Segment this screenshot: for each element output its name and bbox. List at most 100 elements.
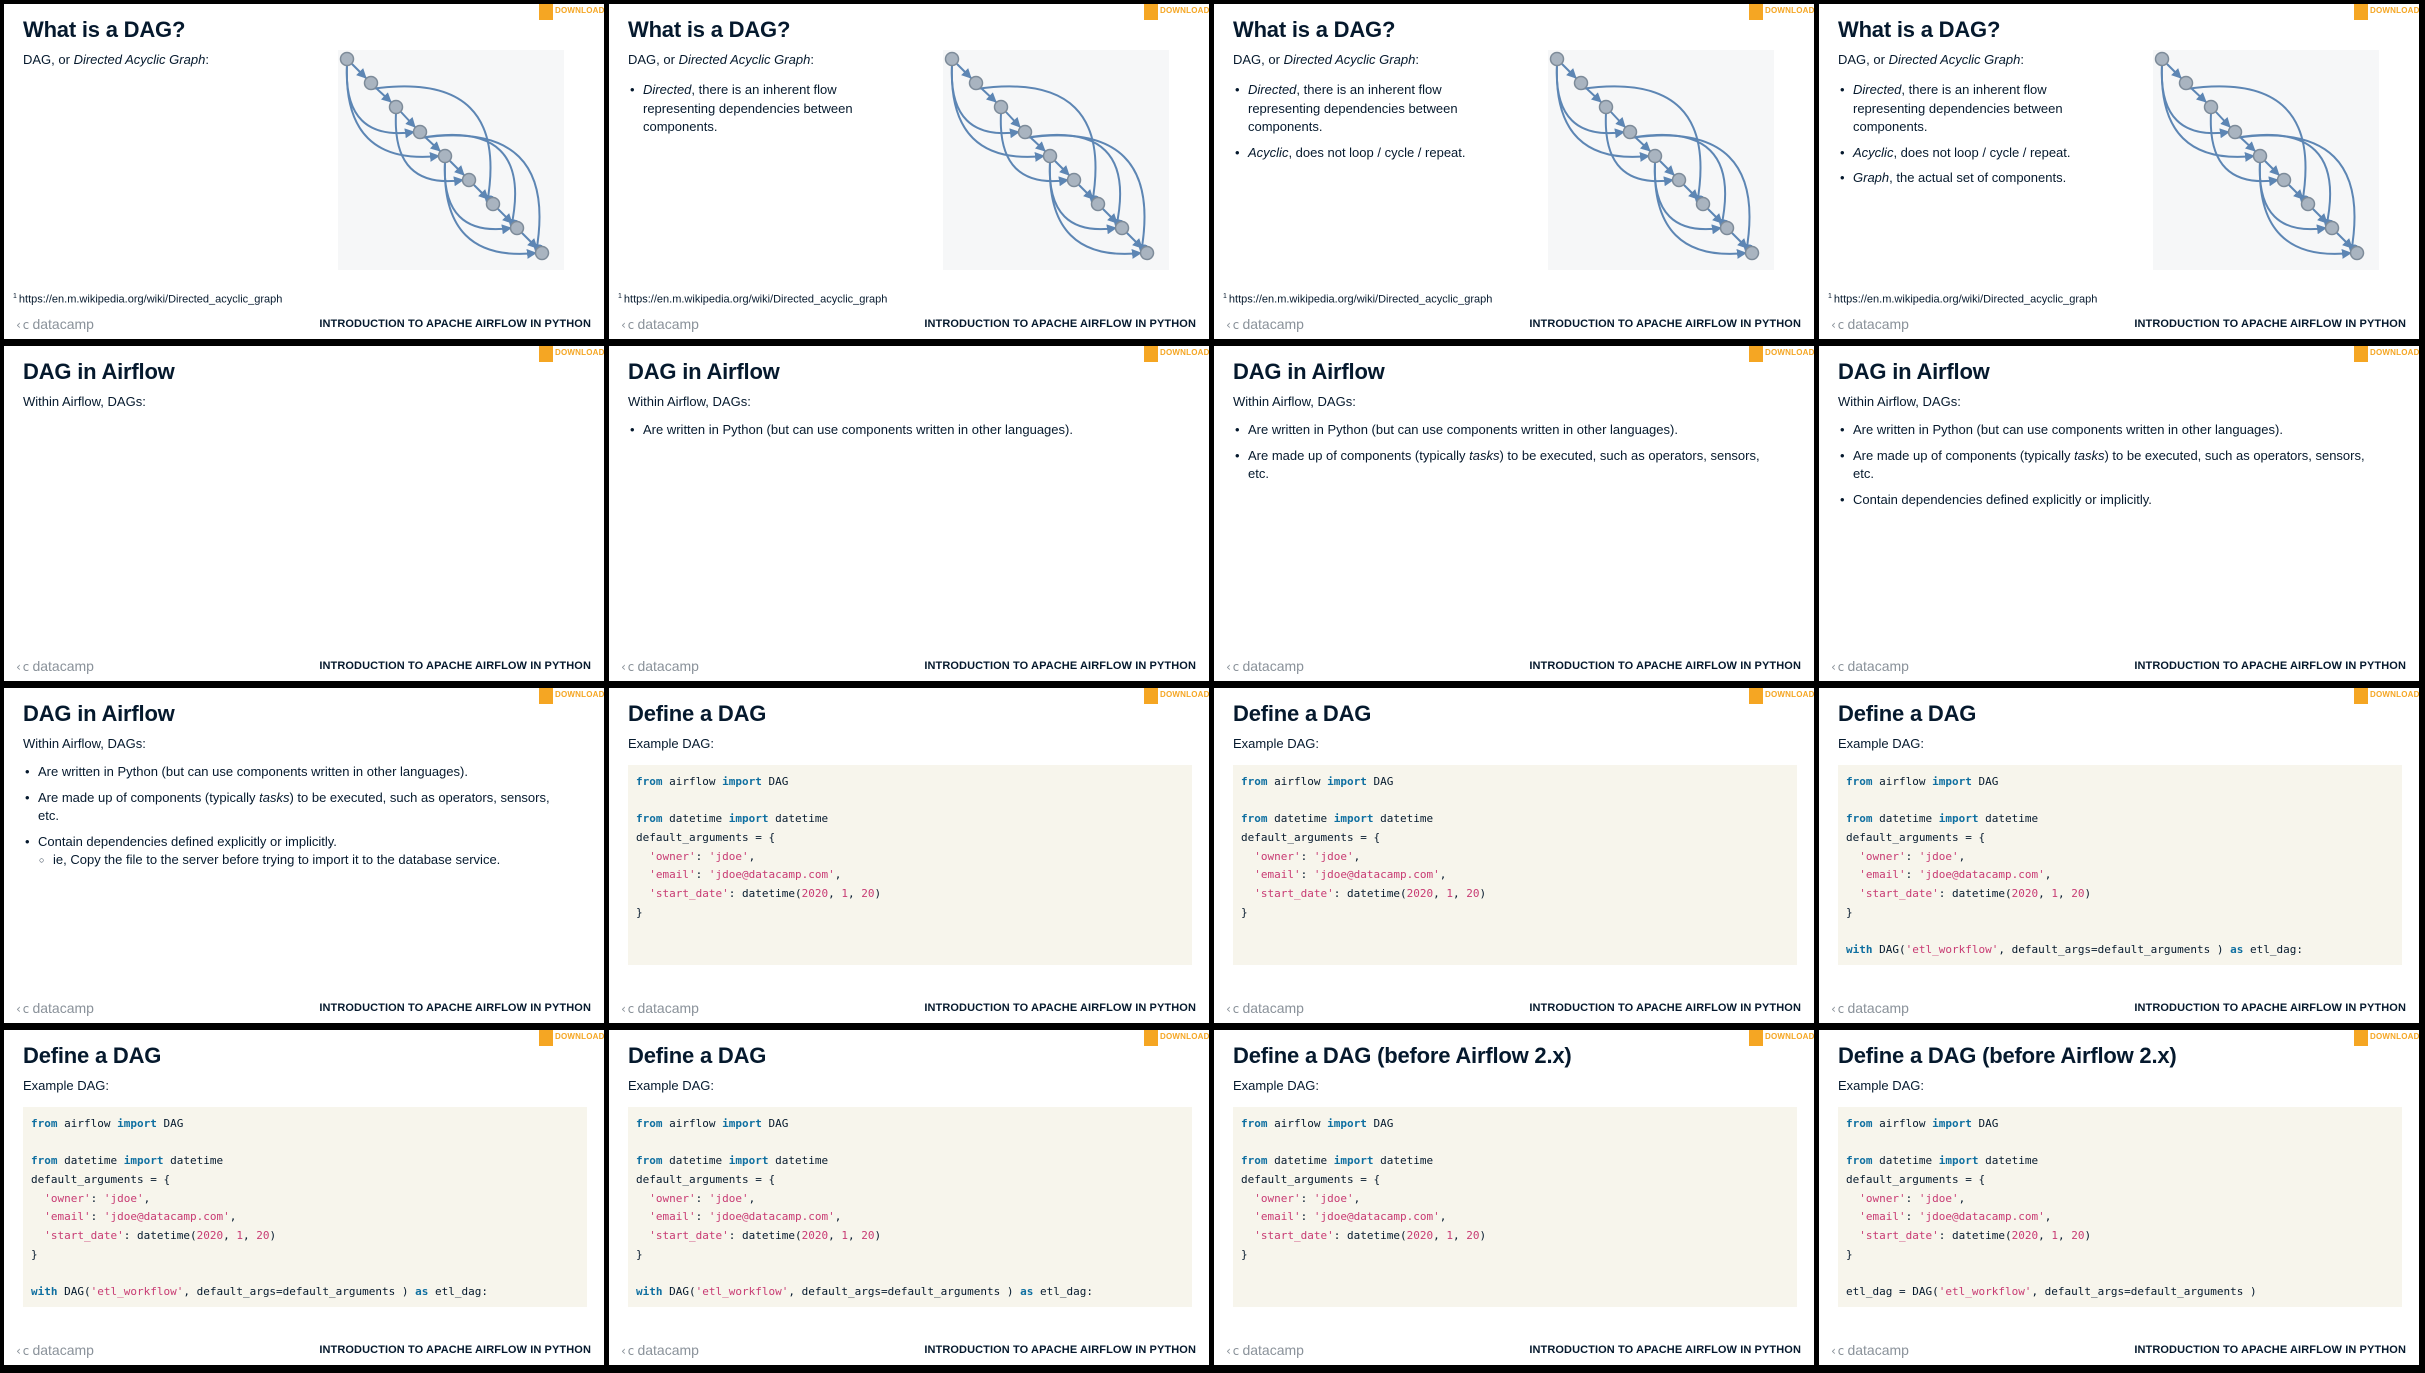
code-block: from airflow import DAG from datetime imp…	[23, 1107, 587, 1307]
code-token: 'jdoe'	[1918, 849, 1959, 863]
subtitle-suffix: :	[2020, 52, 2024, 67]
code-line: 'email': 'jdoe@datacamp.com',	[31, 1208, 587, 1227]
code-token: :	[1300, 868, 1314, 882]
footnote-link[interactable]: https://en.m.wikipedia.org/wiki/Directed…	[1229, 294, 1493, 306]
dag-figure	[338, 50, 564, 270]
slide-subtitle: Example DAG:	[1233, 736, 1319, 751]
code-token: 'start_date'	[649, 887, 729, 901]
slide: DOWNLOADLY.IR Define a DAG Example DAG: fro…	[1819, 688, 2419, 1023]
code-token: DAG	[761, 1117, 789, 1130]
code-token: default_arguments = {	[1846, 831, 1986, 845]
code-token: )	[269, 1229, 277, 1243]
footnote: 1 https://en.m.wikipedia.org/wiki/Directe…	[13, 293, 282, 306]
watermark-text: DOWNLOADLY.IR	[1765, 348, 1814, 357]
dag-node	[1647, 148, 1663, 164]
slide-subtitle: DAG, or Directed Acyclic Graph:	[23, 52, 209, 67]
dag-edge	[2185, 85, 2309, 205]
bullet-text: , the actual set of components.	[1889, 170, 2067, 185]
code-token: )	[1479, 887, 1487, 901]
dag-figure	[943, 50, 1169, 270]
code-token: etl_dag:	[2243, 943, 2303, 957]
watermark-text-a: DOWNLOAD	[1160, 1032, 1209, 1041]
slide: DOWNLOADLY.IR DAG in Airflow Within Airflo…	[4, 346, 604, 681]
code-line: from datetime import datetime	[636, 810, 1192, 829]
code-token: DAG	[761, 775, 789, 788]
bullet-text-em: tasks	[1469, 448, 1500, 463]
code-token: default_arguments = {	[1241, 1173, 1381, 1187]
code-token: , default_args=default_arguments )	[2031, 1285, 2257, 1299]
code-token: :	[695, 1191, 709, 1205]
course-title: INTRODUCTION TO APACHE AIRFLOW IN PYTHON	[924, 1344, 1196, 1356]
code-token: 'jdoe'	[1313, 849, 1354, 863]
code-token: :	[90, 1191, 104, 1205]
slide-subtitle: Example DAG:	[23, 1078, 109, 1093]
code-token: :	[1905, 849, 1919, 863]
bullet-text: , does not loop / cycle / repeat.	[1288, 144, 1466, 160]
course-title: INTRODUCTION TO APACHE AIRFLOW IN PYTHON	[2134, 1344, 2406, 1356]
datacamp-logo-text: datacamp	[32, 1342, 94, 1358]
code-line: 'start_date': datetime(2020, 1, 20)	[1241, 885, 1797, 904]
code-line: 'email': 'jdoe@datacamp.com',	[1241, 1208, 1797, 1227]
course-title: INTRODUCTION TO APACHE AIRFLOW IN PYTHON	[2134, 318, 2406, 330]
subtitle-suffix: :	[1415, 52, 1419, 67]
bullet-term: Graph	[1853, 170, 1890, 185]
code-token: }	[1241, 905, 1248, 919]
datacamp-logo-icon: ‹c	[15, 660, 30, 674]
slide-subtitle: Within Airflow, DAGs:	[1838, 394, 1961, 409]
code-token: }	[1846, 905, 1853, 919]
watermark-text: DOWNLOADLY.IR	[555, 1032, 604, 1041]
dag-edge	[370, 85, 494, 205]
code-token: 'start_date'	[1859, 887, 1939, 901]
dag-edge	[1629, 134, 1753, 254]
code-token: from	[1846, 812, 1873, 826]
code-token: from	[1846, 1117, 1873, 1130]
bullet-text-pre: Are made up of components (typically	[38, 790, 260, 805]
datacamp-logo-text: datacamp	[637, 658, 699, 674]
code-token: from	[636, 812, 663, 826]
code-token: :	[1300, 849, 1314, 863]
dag-edge	[375, 87, 392, 103]
code-token: DAG	[156, 1117, 184, 1130]
datacamp-logo-icon: ‹c	[1830, 318, 1845, 332]
code-token: import	[722, 1117, 762, 1130]
datacamp-logo-text: datacamp	[1242, 658, 1304, 674]
dag-edge	[2288, 184, 2304, 200]
subtitle-prefix: DAG, or	[1838, 52, 1889, 67]
subtitle-prefix: DAG, or	[23, 52, 74, 67]
slide: DOWNLOADLY.IR Define a DAG Example DAG: fro…	[1214, 688, 1814, 1023]
dag-node	[1017, 124, 1033, 140]
code-line: from datetime import datetime	[1846, 1152, 2402, 1171]
dag-edge	[1610, 111, 1626, 128]
watermark-text: DOWNLOADLY.IR	[1765, 690, 1814, 699]
code-token: 'start_date'	[1254, 887, 1334, 901]
bullet-term: Acyclic	[1853, 144, 1894, 160]
footnote-link[interactable]: https://en.m.wikipedia.org/wiki/Directed…	[624, 294, 888, 306]
footnote: 1 https://en.m.wikipedia.org/wiki/Directe…	[1223, 293, 1492, 306]
code-token: ,	[2057, 887, 2072, 901]
code-line: 'email': 'jdoe@datacamp.com',	[1846, 866, 2402, 885]
code-token: DAG	[1971, 1117, 1999, 1130]
code-token: ,	[1958, 1191, 1966, 1205]
code-token: :	[695, 868, 709, 882]
watermark-text: DOWNLOADLY.IR	[555, 6, 604, 15]
dag-edge	[473, 184, 489, 200]
dag-node	[1139, 245, 1155, 261]
code-token: 'jdoe@datacamp.com'	[708, 1210, 835, 1224]
datacamp-logo: ‹c datacamp	[1225, 1342, 1304, 1358]
watermark-icon	[539, 346, 553, 362]
bullet-item: Directed, there is an inherent flow repr…	[1233, 81, 1488, 137]
footnote-link[interactable]: https://en.m.wikipedia.org/wiki/Directed…	[19, 294, 283, 306]
footnote-link[interactable]: https://en.m.wikipedia.org/wiki/Directed…	[1834, 294, 2098, 306]
code-token: from	[1241, 1154, 1268, 1168]
code-token: from	[1846, 775, 1873, 788]
datacamp-logo-icon: ‹c	[1225, 318, 1240, 332]
course-title: INTRODUCTION TO APACHE AIRFLOW IN PYTHON	[319, 1344, 591, 1356]
